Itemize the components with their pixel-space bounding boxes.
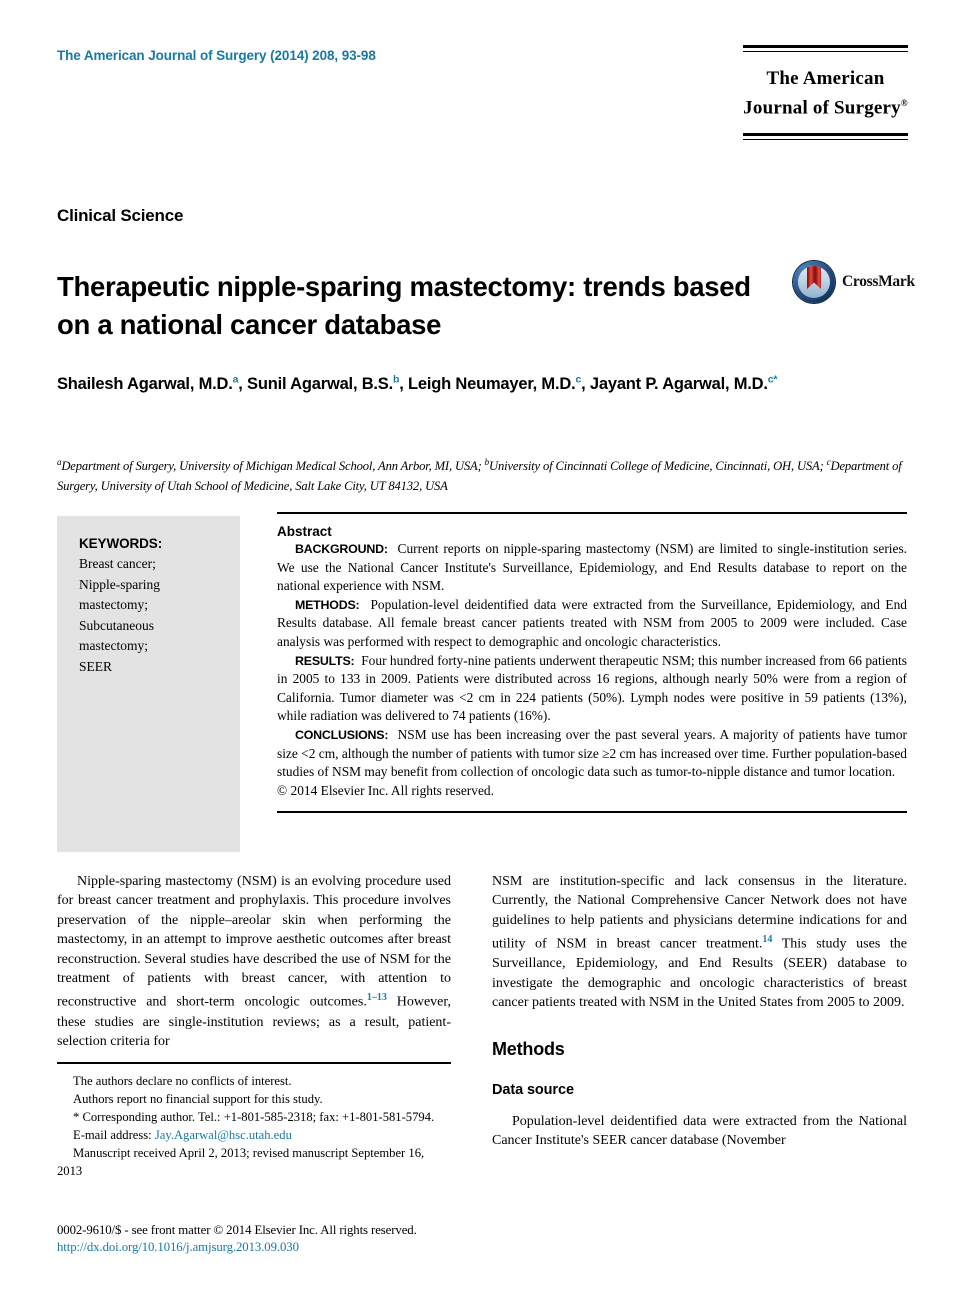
keywords-title: KEYWORDS: bbox=[79, 536, 163, 551]
abstract-copyright: © 2014 Elsevier Inc. All rights reserved… bbox=[277, 782, 494, 798]
corresponding-author-marker[interactable]: * bbox=[773, 373, 777, 385]
author-2-name: Sunil Agarwal, B.S. bbox=[247, 374, 393, 393]
citation-ref-1-13[interactable]: 1–13 bbox=[367, 992, 387, 1003]
keyword-line[interactable]: Breast cancer; bbox=[79, 554, 240, 575]
crossmark-label: CrossMark bbox=[842, 273, 915, 290]
section-kicker: Clinical Science bbox=[57, 206, 184, 225]
author-1-name: Shailesh Agarwal, M.D. bbox=[57, 374, 233, 393]
keyword-line[interactable]: mastectomy; bbox=[79, 595, 240, 616]
logo-line-1: The American bbox=[766, 68, 885, 89]
author-3-separator: , bbox=[581, 374, 590, 393]
footnotes-block: The authors declare no conflicts of inte… bbox=[57, 1062, 451, 1180]
intro-paragraph-right: NSM are institution-specific and lack co… bbox=[492, 872, 907, 1013]
crossmark-icon-inner bbox=[798, 266, 830, 298]
abstract-background: BACKGROUND: Current reports on nipple-sp… bbox=[277, 540, 907, 596]
body-column-left: Nipple-sparing mastectomy (NSM) is an ev… bbox=[57, 872, 451, 1051]
logo-rule-bottom bbox=[743, 133, 908, 141]
author-4-name: Jayant P. Agarwal, M.D. bbox=[589, 374, 768, 393]
abstract-conclusions: CONCLUSIONS: NSM use has been increasing… bbox=[277, 726, 907, 782]
abstract-methods-label: METHODS: bbox=[295, 597, 360, 612]
footnote-funding: Authors report no financial support for … bbox=[73, 1092, 323, 1106]
abstract-methods-text: Population-level deidentified data were … bbox=[277, 596, 907, 649]
author-3-name: Leigh Neumayer, M.D. bbox=[408, 374, 576, 393]
citation-ref-14[interactable]: 14 bbox=[762, 934, 772, 945]
author-1: Shailesh Agarwal, M.D.a, bbox=[57, 373, 248, 393]
email-link[interactable]: Jay.Agarwal@hsc.utah.edu bbox=[155, 1128, 292, 1142]
keyword-line[interactable]: Nipple-sparing bbox=[79, 575, 240, 596]
abstract-results-text: Four hundred forty-nine patients underwe… bbox=[277, 652, 907, 724]
footnote-conflicts: The authors declare no conflicts of inte… bbox=[73, 1074, 292, 1088]
page-title: Therapeutic nipple-sparing mastectomy: t… bbox=[57, 271, 751, 341]
bottom-matter: 0002-9610/$ - see front matter © 2014 El… bbox=[57, 1222, 577, 1256]
journal-logo: The American Journal of Surgery® bbox=[743, 45, 908, 141]
heading-methods: Methods bbox=[492, 1038, 565, 1059]
keywords-list: Breast cancer; Nipple-sparing mastectomy… bbox=[79, 554, 240, 677]
author-list: Shailesh Agarwal, M.D.a, Sunil Agarwal, … bbox=[57, 366, 817, 398]
abstract-results: RESULTS: Four hundred forty-nine patient… bbox=[277, 652, 907, 726]
heading-data-source: Data source bbox=[492, 1081, 574, 1098]
intro-paragraph-left-a: Nipple-sparing mastectomy (NSM) is an ev… bbox=[57, 874, 451, 1011]
author-2-separator: , bbox=[399, 374, 408, 393]
abstract-methods: METHODS: Population-level deidentified d… bbox=[277, 596, 907, 652]
intro-paragraph-left: Nipple-sparing mastectomy (NSM) is an ev… bbox=[57, 872, 451, 1051]
abstract-rule-bottom bbox=[277, 811, 907, 814]
crossmark-icon bbox=[793, 261, 835, 303]
article-page: The American Journal of Surgery (2014) 2… bbox=[0, 0, 960, 1290]
abstract-background-label: BACKGROUND: bbox=[295, 542, 388, 556]
footnote-email: E-mail address: Jay.Agarwal@hsc.utah.edu bbox=[57, 1126, 451, 1144]
issn-copyright-line: 0002-9610/$ - see front matter © 2014 El… bbox=[57, 1223, 417, 1237]
abstract-rule-top bbox=[277, 512, 907, 514]
affiliation-b-text: University of Cincinnati College of Medi… bbox=[489, 459, 827, 474]
affiliation-a-text: Department of Surgery, University of Mic… bbox=[61, 459, 485, 474]
keyword-line[interactable]: SEER bbox=[79, 657, 240, 678]
author-2: Sunil Agarwal, B.S.b, bbox=[247, 373, 408, 393]
author-4: Jayant P. Agarwal, M.D.c* bbox=[589, 373, 778, 393]
footnote-corresponding-author: * Corresponding author. Tel.: +1-801-585… bbox=[73, 1110, 435, 1124]
data-source-paragraph: Population-level deidentified data were … bbox=[492, 1113, 907, 1148]
footnote-rule bbox=[57, 1062, 451, 1064]
author-3: Leigh Neumayer, M.D.c, bbox=[408, 373, 590, 393]
abstract-heading: Abstract bbox=[277, 524, 332, 539]
keywords-panel: KEYWORDS: Breast cancer; Nipple-sparing … bbox=[57, 516, 240, 852]
body-column-right: NSM are institution-specific and lack co… bbox=[492, 872, 907, 1150]
logo-trademark: ® bbox=[900, 98, 908, 108]
abstract-conclusions-label: CONCLUSIONS: bbox=[295, 727, 389, 742]
doi-link[interactable]: http://dx.doi.org/10.1016/j.amjsurg.2013… bbox=[57, 1239, 577, 1256]
author-1-separator: , bbox=[238, 374, 248, 393]
logo-rule-top bbox=[743, 45, 908, 52]
footnote-email-label: E-mail address: bbox=[73, 1128, 155, 1142]
keyword-line[interactable]: mastectomy; bbox=[79, 636, 240, 657]
abstract-section: Abstract BACKGROUND: Current reports on … bbox=[277, 512, 907, 814]
affiliations: aDepartment of Surgery, University of Mi… bbox=[57, 452, 905, 496]
logo-line-2: Journal of Surgery® bbox=[743, 91, 908, 120]
keyword-line[interactable]: Subcutaneous bbox=[79, 616, 240, 637]
bookmark-ribbon-icon bbox=[807, 266, 821, 289]
journal-reference: The American Journal of Surgery (2014) 2… bbox=[57, 48, 376, 63]
logo-line-2-text: Journal of Surgery bbox=[743, 97, 901, 119]
footnote-manuscript-dates: Manuscript received April 2, 2013; revis… bbox=[57, 1146, 425, 1178]
crossmark-badge[interactable]: CrossMark bbox=[793, 260, 915, 304]
abstract-results-label: RESULTS: bbox=[295, 653, 355, 668]
